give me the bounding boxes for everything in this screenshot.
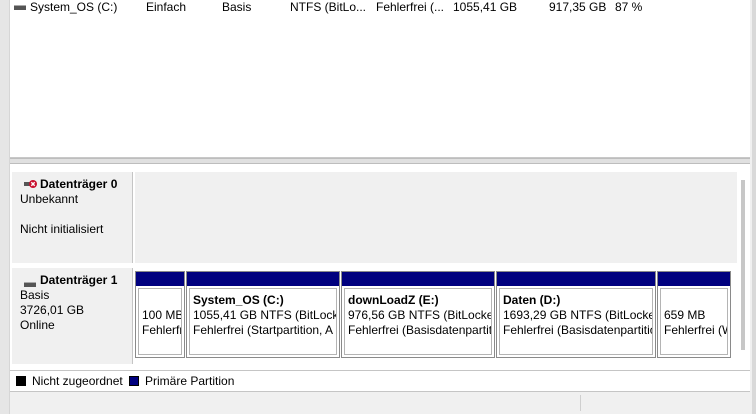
volume-type: Basis (222, 0, 252, 14)
volume-free-space: 917,35 GB (549, 0, 607, 14)
volume-list: System_OS (C:) Einfach Basis NTFS (BitLo… (10, 0, 750, 158)
disk-0-area[interactable] (135, 172, 737, 263)
disk-management-window: System_OS (C:) Einfach Basis NTFS (BitLo… (0, 0, 756, 414)
legend: Nicht zugeordnet Primäre Partition (10, 370, 750, 392)
unallocated-legend-label: Nicht zugeordnet (32, 374, 123, 388)
volume-percent-free: 87 % (615, 0, 643, 14)
disk-1-size: 3726,01 GB (20, 303, 85, 317)
disk-0-state: Nicht initialisiert (20, 222, 104, 236)
drive-icon (14, 4, 26, 11)
partition-title: downLoadZ (E:) (348, 293, 439, 307)
partition-size: 1693,29 GB NTFS (BitLocker (503, 308, 653, 322)
partition-content: System_OS (C:) 1055,41 GB NTFS (BitLocke… (189, 288, 337, 355)
partition-content: 100 MB Fehlerfrei (EFI-Systempartition) (138, 288, 182, 355)
disk-0-name: Datenträger 0 (40, 177, 118, 191)
primary-partition-bar (342, 272, 494, 286)
status-bar (10, 392, 750, 414)
volume-list-row[interactable]: System_OS (C:) Einfach Basis NTFS (BitLo… (10, 0, 750, 16)
disk-0-label[interactable]: Datenträger 0 Unbekannt Nicht initialisi… (12, 172, 133, 263)
primary-partition-bar (658, 272, 730, 286)
partition-status: Fehlerfrei (Basisdatenpartitio (503, 323, 653, 337)
primary-partition-bar (187, 272, 339, 286)
partition-recovery[interactable]: 659 MB Fehlerfrei (Wiederherstellungspar… (657, 271, 731, 358)
partition-title: Daten (D:) (503, 293, 561, 307)
primary-partition-swatch (129, 376, 139, 386)
partition-size: 659 MB (664, 308, 706, 322)
volume-status: Fehlerfrei (... (376, 0, 445, 14)
vertical-scrollbar[interactable] (741, 180, 745, 350)
partition-content: Daten (D:) 1693,29 GB NTFS (BitLocker Fe… (499, 288, 653, 355)
left-window-edge (0, 0, 10, 414)
partition-status: Fehlerfrei (Wiederherstellungspartition) (664, 323, 727, 337)
primary-partition-bar (497, 272, 655, 286)
partition-daten[interactable]: Daten (D:) 1693,29 GB NTFS (BitLocker Fe… (496, 271, 656, 358)
volume-capacity: 1055,41 GB (453, 0, 518, 14)
partition-size: 1055,41 GB NTFS (BitLocker (193, 308, 337, 322)
volume-layout: Einfach (146, 0, 187, 14)
partition-title: System_OS (C:) (193, 293, 284, 307)
disk-error-icon (24, 178, 37, 188)
disk-1-label[interactable]: Datenträger 1 Basis 3726,01 GB Online (12, 268, 133, 364)
volume-filesystem: NTFS (BitLo... (290, 0, 367, 14)
partition-download[interactable]: downLoadZ (E:) 976,56 GB NTFS (BitLocker… (341, 271, 495, 358)
volume-name: System_OS (C:) (30, 0, 118, 14)
status-bar-separator (580, 395, 581, 411)
partition-status: Fehlerfrei (Startpartition, A (193, 323, 334, 337)
disk-1-type: Basis (20, 288, 50, 302)
disk-0-type: Unbekannt (20, 192, 79, 206)
unallocated-swatch (16, 376, 26, 386)
disk-1-state: Online (20, 318, 55, 332)
disk-1-name: Datenträger 1 (40, 273, 118, 287)
partition-status: Fehlerfrei (EFI-Systempartition) (142, 323, 181, 337)
partition-size: 100 MB (142, 308, 182, 322)
disk-graphic-view: Datenträger 0 Unbekannt Nicht initialisi… (10, 164, 750, 370)
partition-content: downLoadZ (E:) 976,56 GB NTFS (BitLocker… (344, 288, 492, 355)
right-window-edge (752, 0, 756, 414)
primary-partition-legend-label: Primäre Partition (145, 374, 235, 388)
primary-partition-bar (136, 272, 184, 286)
partition-content: 659 MB Fehlerfrei (Wiederherstellungspar… (660, 288, 728, 355)
partition-system-os[interactable]: System_OS (C:) 1055,41 GB NTFS (BitLocke… (186, 271, 340, 358)
partition-size: 976,56 GB NTFS (BitLocker (348, 308, 492, 322)
partition-status: Fehlerfrei (Basisdatenpartit (348, 323, 492, 337)
partition-efi[interactable]: 100 MB Fehlerfrei (EFI-Systempartition) (135, 271, 185, 358)
disk-icon (24, 277, 36, 287)
